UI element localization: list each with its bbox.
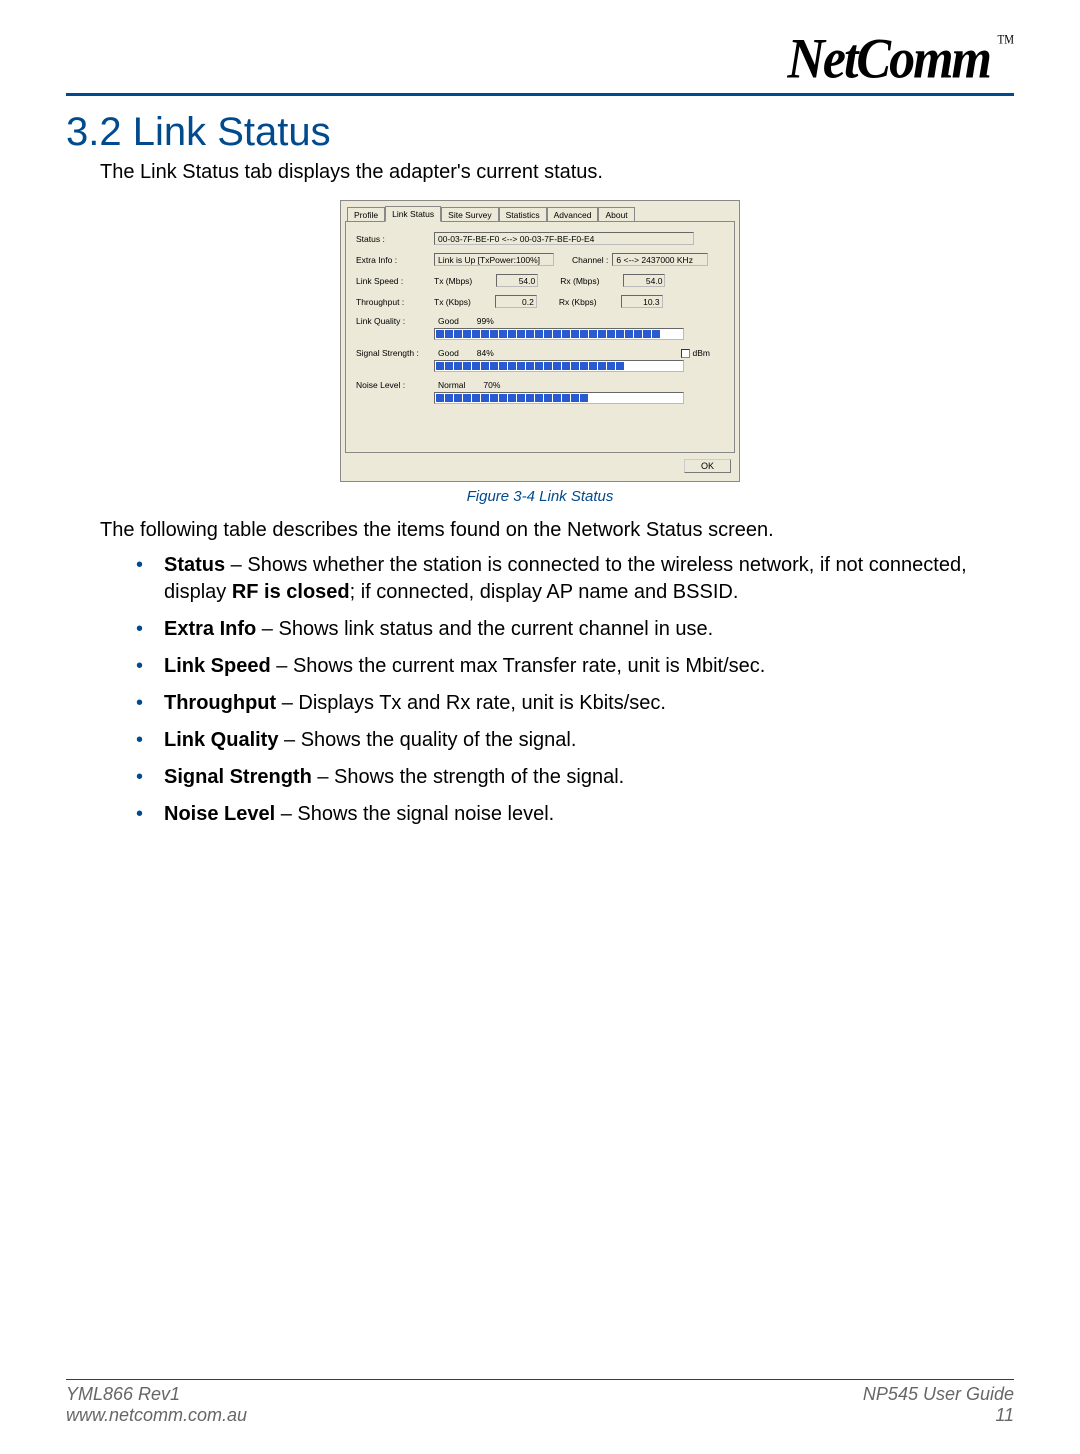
- rx-mbps-value: 54.0: [623, 274, 665, 287]
- noise-level-text: Normal: [438, 380, 465, 390]
- rx-kbps-value: 10.3: [621, 295, 663, 308]
- status-label: Status :: [356, 234, 434, 244]
- rx-kbps-label: Rx (Kbps): [559, 297, 597, 307]
- tx-mbps-label: Tx (Mbps): [434, 276, 472, 286]
- tx-kbps-label: Tx (Kbps): [434, 297, 471, 307]
- tab-about[interactable]: About: [598, 207, 634, 222]
- status-value: 00-03-7F-BE-F0 <--> 00-03-7F-BE-F0-E4: [434, 232, 694, 245]
- definition-item: Throughput – Displays Tx and Rx rate, un…: [136, 690, 1014, 717]
- tab-site-survey[interactable]: Site Survey: [441, 207, 498, 222]
- footer-right-top: NP545 User Guide: [863, 1384, 1014, 1405]
- section-title: 3.2 Link Status: [66, 110, 1014, 155]
- trademark: TM: [998, 34, 1015, 47]
- noise-level-pct: 70%: [483, 380, 500, 390]
- page-footer: YML866 Rev1 www.netcomm.com.au NP545 Use…: [66, 1379, 1014, 1426]
- figure-caption: Figure 3-4 Link Status: [467, 488, 614, 505]
- tab-advanced[interactable]: Advanced: [547, 207, 599, 222]
- channel-value: 6 <--> 2437000 KHz: [612, 253, 708, 266]
- throughput-label: Throughput :: [356, 297, 434, 307]
- footer-right-bottom: 11: [863, 1405, 1014, 1426]
- definitions-list: Status – Shows whether the station is co…: [136, 552, 1014, 828]
- footer-rule: [66, 1379, 1014, 1380]
- tab-statistics[interactable]: Statistics: [499, 207, 547, 222]
- signal-strength-bar: [434, 360, 684, 372]
- link-speed-label: Link Speed :: [356, 276, 434, 286]
- dbm-checkbox[interactable]: [681, 349, 690, 358]
- ok-button[interactable]: OK: [684, 459, 731, 473]
- link-quality-text: Good: [438, 316, 459, 326]
- dialog-panel: Status : 00-03-7F-BE-F0 <--> 00-03-7F-BE…: [345, 221, 735, 453]
- brand-logo: NetComm TM: [787, 27, 1014, 92]
- footer-left-top: YML866 Rev1: [66, 1384, 247, 1405]
- noise-level-label: Noise Level :: [356, 380, 434, 390]
- link-quality-pct: 99%: [477, 316, 494, 326]
- definition-item: Status – Shows whether the station is co…: [136, 552, 1014, 606]
- dialog-tabs: ProfileLink StatusSite SurveyStatisticsA…: [345, 205, 735, 221]
- intro-text: The Link Status tab displays the adapter…: [100, 161, 1014, 184]
- link-status-dialog: ProfileLink StatusSite SurveyStatisticsA…: [340, 200, 740, 482]
- channel-label: Channel :: [572, 255, 608, 265]
- signal-strength-text: Good: [438, 348, 459, 358]
- definition-item: Noise Level – Shows the signal noise lev…: [136, 801, 1014, 828]
- noise-level-bar: [434, 392, 684, 404]
- tx-kbps-value: 0.2: [495, 295, 537, 308]
- tab-link-status[interactable]: Link Status: [385, 206, 441, 222]
- header-rule: [66, 93, 1014, 96]
- definition-item: Signal Strength – Shows the strength of …: [136, 764, 1014, 791]
- tx-mbps-value: 54.0: [496, 274, 538, 287]
- link-quality-bar: [434, 328, 684, 340]
- rx-mbps-label: Rx (Mbps): [560, 276, 599, 286]
- table-intro: The following table describes the items …: [100, 519, 1014, 542]
- brand-name: NetComm: [787, 28, 990, 91]
- extra-info-value: Link is Up [TxPower:100%]: [434, 253, 554, 266]
- definition-item: Extra Info – Shows link status and the c…: [136, 616, 1014, 643]
- signal-strength-label: Signal Strength :: [356, 348, 434, 358]
- signal-strength-pct: 84%: [477, 348, 494, 358]
- dbm-label: dBm: [693, 348, 710, 358]
- link-quality-label: Link Quality :: [356, 316, 434, 326]
- extra-info-label: Extra Info :: [356, 255, 434, 265]
- definition-item: Link Speed – Shows the current max Trans…: [136, 653, 1014, 680]
- footer-left-bottom: www.netcomm.com.au: [66, 1405, 247, 1426]
- dbm-toggle[interactable]: dBm: [681, 348, 710, 358]
- tab-profile[interactable]: Profile: [347, 207, 385, 222]
- definition-item: Link Quality – Shows the quality of the …: [136, 727, 1014, 754]
